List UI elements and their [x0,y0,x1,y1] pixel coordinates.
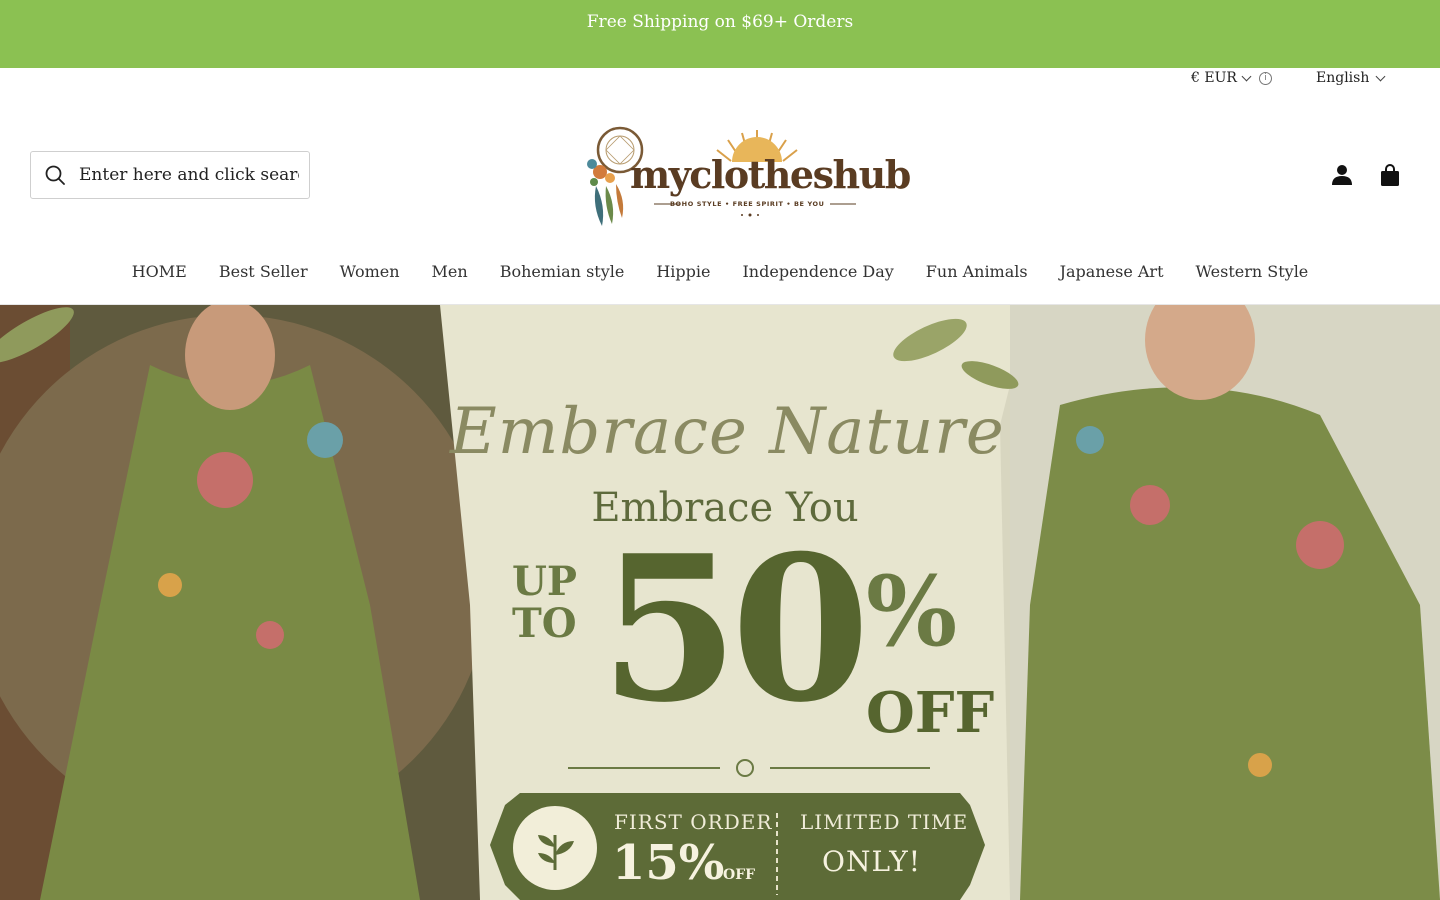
nav-item-bohemian-style[interactable]: Bohemian style [500,262,625,281]
leaf-icon [538,835,574,870]
hero-up-to-line1: UP [512,558,577,605]
info-icon[interactable]: i [1259,72,1272,85]
hero-banner[interactable]: Embrace Nature Embrace You UP TO 50 % OF… [0,305,1440,900]
cart-icon[interactable] [1380,163,1400,187]
hero-off: OFF [866,680,995,746]
nav-item-men[interactable]: Men [432,262,468,281]
announcement-text: Free Shipping on $69+ Orders [586,12,854,32]
nav-item-western-style[interactable]: Western Style [1196,262,1309,281]
search-box[interactable] [30,151,310,199]
nav-item-hippie[interactable]: Hippie [656,262,710,281]
hero-discount: 50 [599,512,870,747]
utility-bar: € EUR i English [0,68,1440,90]
currency-selector[interactable]: € EUR [1191,70,1252,86]
chevron-down-icon [1375,71,1386,81]
coupon-only: ONLY! [822,845,921,878]
search-icon[interactable] [45,165,65,185]
search-input[interactable] [79,165,299,185]
nav-item-home[interactable]: HOME [132,262,187,281]
hero-up-to: UP TO [512,561,592,645]
logo-tagline: BOHO STYLE • FREE SPIRIT • BE YOU [670,200,825,208]
nav-item-women[interactable]: Women [340,262,400,281]
coupon-off-label: OFF [723,867,756,883]
nav-item-fun-animals[interactable]: Fun Animals [926,262,1028,281]
nav-item-independence-day[interactable]: Independence Day [742,262,893,281]
nav-item-best-seller[interactable]: Best Seller [219,262,308,281]
coupon-limited-time: LIMITED TIME [800,810,969,834]
language-selector[interactable]: English [1316,70,1386,86]
account-icon[interactable] [1331,163,1353,187]
hero-up-to-line2: TO [512,600,577,647]
language-label: English [1316,70,1370,86]
site-logo[interactable]: myclotheshub BOHO STYLE • FREE SPIRIT • … [572,120,911,230]
logo-text: myclotheshub [630,152,911,197]
main-nav: HOME Best Seller Women Men Bohemian styl… [0,262,1440,281]
coupon-first-order: FIRST ORDER [614,810,773,834]
coupon-first-discount: 15% [612,835,725,891]
chevron-down-icon [1241,71,1252,81]
announcement-bar: Free Shipping on $69+ Orders [0,0,1440,68]
nav-item-japanese-art[interactable]: Japanese Art [1060,262,1164,281]
currency-label: € EUR [1191,70,1237,86]
hero-percent: % [866,555,958,668]
hero-script-title: Embrace Nature [450,395,1005,469]
